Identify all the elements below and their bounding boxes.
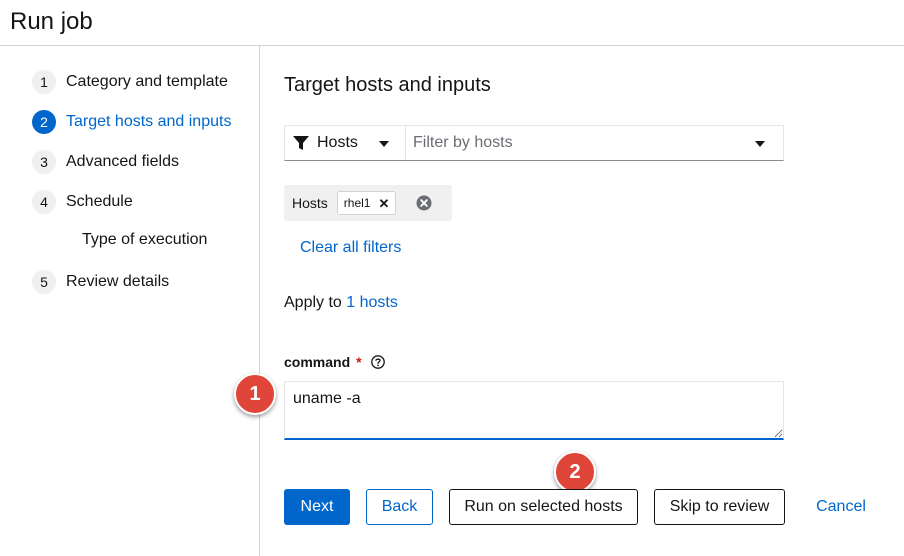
- wizard-step-review-details[interactable]: 5 Review details: [32, 270, 169, 294]
- chip-group-label: Hosts: [292, 195, 328, 211]
- command-label-text: command: [284, 354, 351, 370]
- step-number: 5: [32, 270, 56, 294]
- hosts-count-link[interactable]: 1 hosts: [346, 294, 398, 311]
- apply-prefix: Apply to: [284, 294, 347, 311]
- filter-hosts-input[interactable]: [406, 126, 783, 160]
- wizard-step-advanced-fields[interactable]: 3 Advanced fields: [32, 150, 179, 174]
- page-title: Run job: [10, 8, 93, 35]
- help-icon[interactable]: [370, 355, 385, 369]
- annotation-badge-2: 2: [554, 451, 596, 493]
- clear-all-filters-link[interactable]: Clear all filters: [300, 239, 401, 257]
- filter-type-label: Hosts: [317, 134, 358, 151]
- step-label: Advanced fields: [66, 153, 179, 170]
- required-marker: *: [356, 354, 362, 370]
- filter-icon: [293, 136, 309, 150]
- skip-to-review-button[interactable]: Skip to review: [654, 489, 785, 525]
- run-on-selected-hosts-button[interactable]: Run on selected hosts: [449, 489, 638, 525]
- chip-label: rhel1: [343, 196, 371, 210]
- chip-group: Hosts rhel1 ✕: [284, 185, 452, 221]
- filter-hosts-select[interactable]: [406, 126, 783, 160]
- wizard-step-schedule[interactable]: 4 Schedule: [32, 190, 133, 214]
- remove-chip-icon[interactable]: ✕: [378, 197, 389, 210]
- title-divider: [0, 45, 904, 46]
- nav-divider: [259, 46, 260, 556]
- annotation-badge-1: 1: [234, 373, 276, 415]
- step-number: 4: [32, 190, 56, 214]
- step-label: Target hosts and inputs: [66, 113, 232, 130]
- back-button[interactable]: Back: [366, 489, 433, 525]
- close-circle-icon[interactable]: [416, 195, 432, 211]
- next-button[interactable]: Next: [284, 489, 350, 525]
- step-number: 2: [32, 110, 56, 134]
- command-textarea[interactable]: uname -a: [284, 381, 784, 440]
- section-title: Target hosts and inputs: [284, 74, 491, 96]
- filter-chip: rhel1 ✕: [336, 191, 397, 215]
- wizard-substep-type-of-execution[interactable]: Type of execution: [82, 231, 207, 249]
- step-number: 1: [32, 70, 56, 94]
- filter-type-dropdown[interactable]: Hosts: [285, 126, 406, 160]
- command-label: command *: [284, 354, 385, 370]
- step-label: Review details: [66, 273, 170, 290]
- step-label: Schedule: [66, 193, 133, 210]
- filter-toolbar: Hosts: [284, 125, 784, 161]
- apply-to-text: Apply to 1 hosts: [284, 294, 398, 312]
- cancel-button[interactable]: Cancel: [805, 489, 877, 525]
- wizard-step-target-hosts[interactable]: 2 Target hosts and inputs: [32, 110, 231, 134]
- caret-down-icon[interactable]: [755, 141, 765, 147]
- step-label: Category and template: [66, 73, 228, 90]
- caret-down-icon: [379, 141, 389, 147]
- step-number: 3: [32, 150, 56, 174]
- wizard-step-category[interactable]: 1 Category and template: [32, 70, 228, 94]
